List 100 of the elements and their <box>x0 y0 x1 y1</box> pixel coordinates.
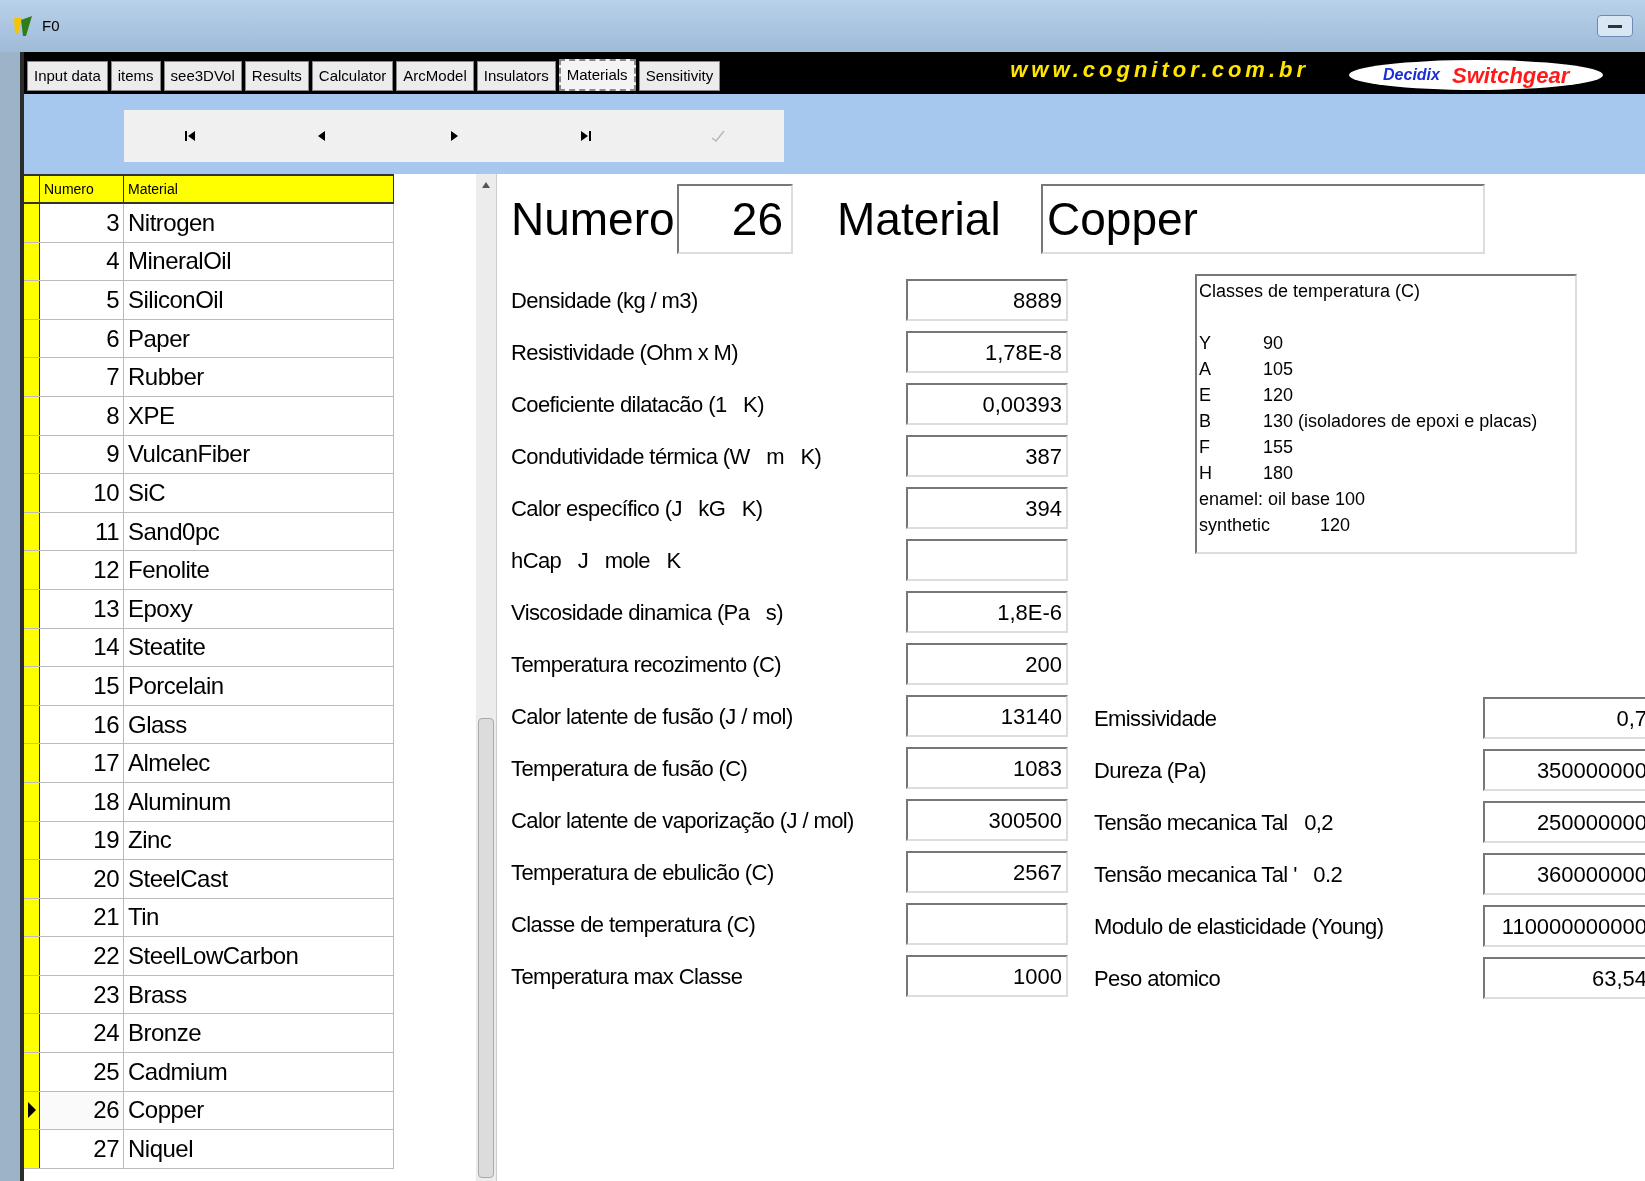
table-cell: XPE <box>124 396 394 435</box>
website-link[interactable]: www.cognitor.com.br <box>1010 53 1310 86</box>
row-indicator[interactable] <box>24 435 40 474</box>
row-indicator[interactable] <box>24 242 40 281</box>
row-indicator[interactable] <box>24 860 40 898</box>
tab[interactable]: Sensitivity <box>638 61 721 91</box>
value-field[interactable]: 387 <box>906 435 1068 477</box>
value-field[interactable]: 1,8E-6 <box>906 591 1068 633</box>
class-temperature: 120 <box>1263 384 1294 407</box>
table-cell: 7 <box>40 358 124 396</box>
column-header[interactable]: Numero <box>40 176 124 202</box>
class-note: synthetic 120 <box>1199 514 1351 537</box>
box-title: Classes de temperatura (C) <box>1199 280 1421 303</box>
value-field[interactable]: 1083 <box>906 747 1068 789</box>
field-label: Viscosidade dinamica (Pa s) <box>511 598 784 627</box>
row-indicator[interactable] <box>24 821 40 860</box>
tab[interactable]: Results <box>244 61 309 91</box>
row-indicator[interactable] <box>24 1014 40 1053</box>
tab[interactable]: Calculator <box>311 61 394 91</box>
table-cell: 14 <box>40 628 124 667</box>
minimize-button[interactable] <box>1597 15 1633 37</box>
tab[interactable]: see3DVol <box>163 61 242 91</box>
vertical-scrollbar[interactable] <box>476 174 496 1181</box>
field-label: Calor específico (J kG K) <box>511 494 764 523</box>
value-field[interactable]: 2567 <box>906 851 1068 893</box>
row-indicator[interactable] <box>24 1091 40 1130</box>
table-cell: 20 <box>40 860 124 898</box>
field-label: Numero <box>511 191 676 247</box>
row-indicator[interactable] <box>24 667 40 705</box>
row-indicator[interactable] <box>24 551 40 589</box>
class-temperature: 130 (isoladores de epoxi e placas) <box>1263 410 1538 433</box>
table-cell: Porcelain <box>124 667 394 705</box>
row-indicator[interactable] <box>24 474 40 512</box>
window-title: F0 <box>42 15 60 36</box>
table-cell: Fenolite <box>124 551 394 589</box>
material-field[interactable]: Copper <box>1041 184 1485 254</box>
table-cell: Niquel <box>124 1130 394 1168</box>
row-indicator[interactable] <box>24 396 40 435</box>
table-cell: 6 <box>40 319 124 358</box>
row-indicator[interactable] <box>24 782 40 821</box>
field-label: Calor latente de fusão (J / mol) <box>511 702 794 731</box>
value-field[interactable]: 13140 <box>906 695 1068 737</box>
row-indicator[interactable] <box>24 204 40 242</box>
class-temperature: 155 <box>1263 436 1294 459</box>
class-letter: E <box>1199 384 1212 407</box>
table-cell: MineralOil <box>124 242 394 281</box>
tab[interactable]: ArcModel <box>396 61 474 91</box>
tab[interactable]: items <box>110 61 161 91</box>
column-header[interactable]: Material <box>124 176 394 202</box>
table-cell: 4 <box>40 242 124 281</box>
table-cell: Aluminum <box>124 782 394 821</box>
table-cell: Sand0pc <box>124 512 394 551</box>
row-indicator[interactable] <box>24 358 40 396</box>
table-cell: 11 <box>40 512 124 551</box>
row-indicator[interactable] <box>24 898 40 937</box>
tab[interactable]: Insulators <box>476 61 556 91</box>
table-cell: 22 <box>40 937 124 975</box>
row-indicator[interactable] <box>24 512 40 551</box>
row-indicator[interactable] <box>24 705 40 744</box>
class-letter: B <box>1199 410 1212 433</box>
table-cell: 24 <box>40 1014 124 1053</box>
row-indicator[interactable] <box>24 1130 40 1168</box>
field-label: Classe de temperatura (C) <box>511 910 757 939</box>
value-field[interactable]: 1000 <box>906 955 1068 997</box>
row-indicator[interactable] <box>24 319 40 358</box>
value-field[interactable]: 300500 <box>906 799 1068 841</box>
field-label: Coeficiente dilatacão (1 K) <box>511 390 765 419</box>
field-label: Modulo de elasticidade (Young) <box>1094 912 1385 941</box>
last-record-icon <box>579 128 593 143</box>
table-cell: 26 <box>40 1091 124 1130</box>
field-label: Condutividade térmica (W m K) <box>511 442 823 471</box>
field-label: hCap J mole K <box>511 546 682 575</box>
number-field[interactable]: 26 <box>677 184 793 254</box>
table-cell: Copper <box>124 1091 394 1130</box>
row-indicator[interactable] <box>24 1053 40 1091</box>
value-field[interactable]: 200 <box>906 643 1068 685</box>
value-field[interactable]: 8889 <box>906 279 1068 321</box>
table-cell: 21 <box>40 898 124 937</box>
table-cell: 25 <box>40 1053 124 1091</box>
value-field[interactable]: 1,78E-8 <box>906 331 1068 373</box>
scroll-up-icon[interactable] <box>482 182 490 188</box>
row-indicator[interactable] <box>24 589 40 628</box>
class-letter: A <box>1199 358 1212 381</box>
value-field[interactable] <box>906 539 1068 581</box>
row-indicator[interactable] <box>24 975 40 1014</box>
value-field[interactable]: 394 <box>906 487 1068 529</box>
field-label: Temperatura de ebulicão (C) <box>511 858 775 887</box>
field-label: Temperatura de fusão (C) <box>511 754 749 783</box>
tab[interactable]: Input data <box>27 61 108 91</box>
row-indicator[interactable] <box>24 628 40 667</box>
table-cell: 15 <box>40 667 124 705</box>
value-field[interactable]: 0,00393 <box>906 383 1068 425</box>
row-indicator[interactable] <box>24 937 40 975</box>
class-letter: Y <box>1199 332 1212 355</box>
value-field[interactable] <box>906 903 1068 945</box>
table-cell: Steatite <box>124 628 394 667</box>
row-indicator[interactable] <box>24 281 40 319</box>
row-indicator[interactable] <box>24 744 40 782</box>
tab[interactable]: Materials <box>558 59 636 91</box>
table-cell: Almelec <box>124 744 394 782</box>
